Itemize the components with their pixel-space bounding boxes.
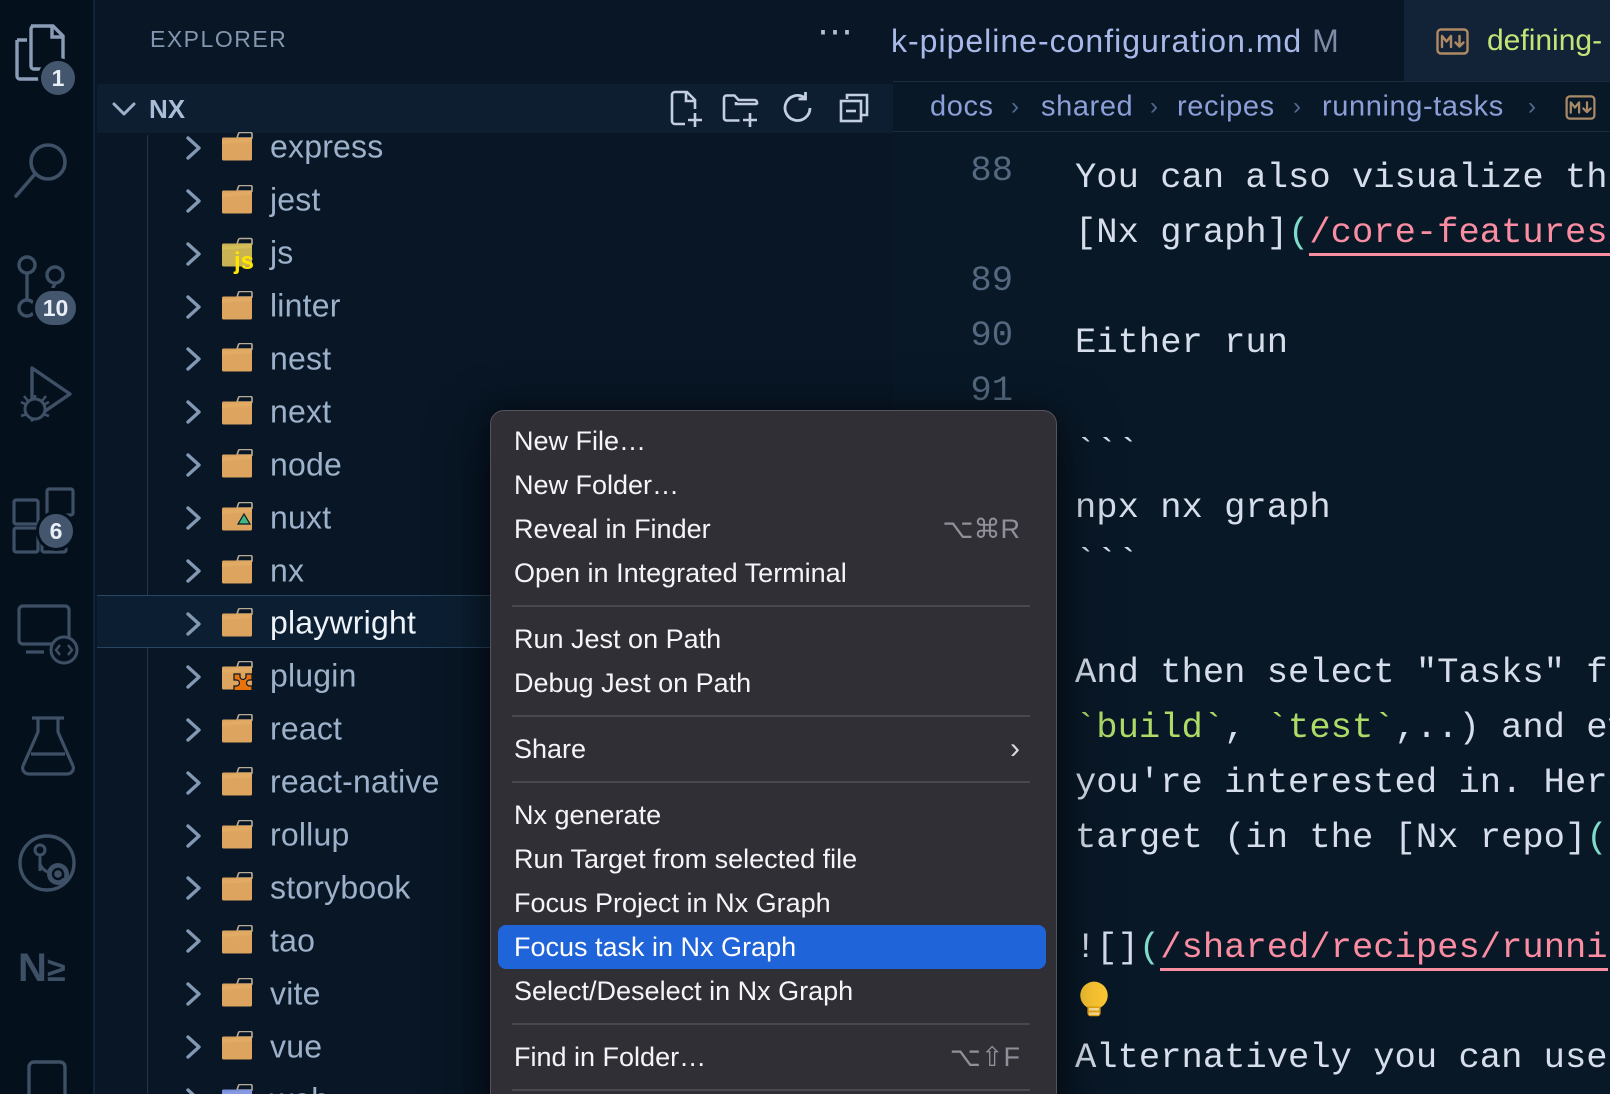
svg-text:js: js bbox=[233, 248, 254, 275]
